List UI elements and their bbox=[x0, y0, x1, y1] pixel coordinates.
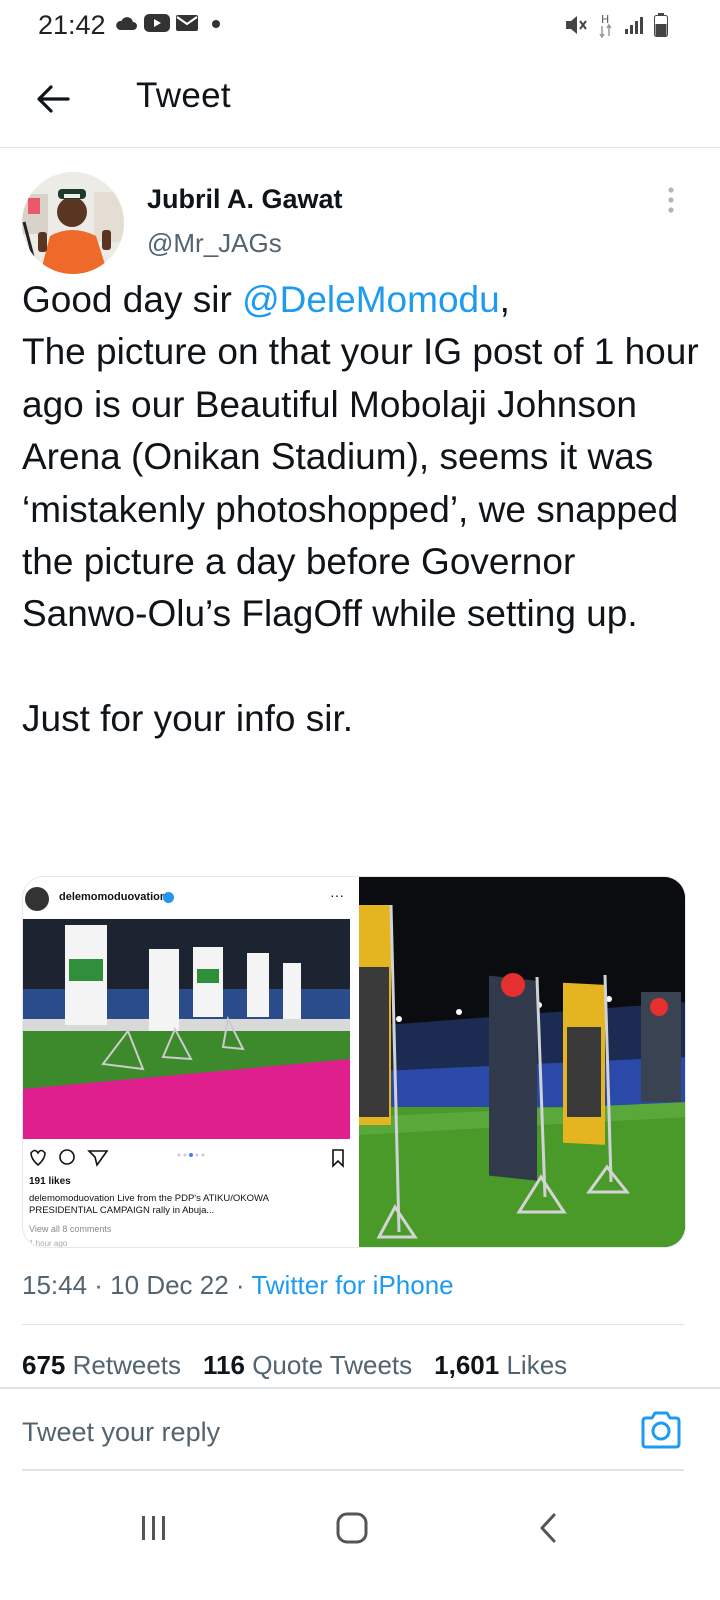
youtube-icon bbox=[144, 14, 170, 32]
quotes-count: 116 bbox=[203, 1350, 245, 1380]
more-options-button[interactable] bbox=[664, 186, 678, 216]
tweet-text-intro: Good day sir bbox=[22, 279, 243, 320]
recents-button[interactable] bbox=[124, 1504, 184, 1552]
author-name[interactable]: Jubril A. Gawat bbox=[147, 184, 343, 215]
system-navigation-bar bbox=[0, 1476, 720, 1600]
ig-header: delemomoduovation ··· bbox=[23, 877, 350, 919]
home-button[interactable] bbox=[322, 1504, 382, 1552]
retweets-count: 675 bbox=[22, 1350, 66, 1380]
signal-icon bbox=[625, 17, 643, 34]
ig-caption: delemomoduovation Live from the PDP's AT… bbox=[29, 1193, 269, 1216]
divider bbox=[22, 1324, 684, 1325]
home-icon bbox=[336, 1512, 368, 1544]
recents-icon bbox=[142, 1516, 165, 1540]
camera-button[interactable] bbox=[640, 1411, 682, 1449]
avatar[interactable] bbox=[22, 172, 124, 274]
reply-input[interactable]: Tweet your reply bbox=[22, 1417, 220, 1448]
ig-avatar bbox=[25, 887, 49, 911]
data-h-icon: H bbox=[599, 13, 612, 38]
tweet-text: Good day sir @DeleMomodu, The picture on… bbox=[22, 274, 700, 746]
status-bar: 21:42 H bbox=[0, 0, 720, 52]
camera-icon bbox=[641, 1411, 681, 1449]
mention-link[interactable]: @DeleMomodu bbox=[242, 279, 500, 320]
verified-badge-icon bbox=[163, 892, 174, 903]
ig-more-icon: ··· bbox=[330, 887, 344, 903]
mute-icon bbox=[566, 16, 587, 34]
back-button[interactable] bbox=[30, 76, 76, 122]
media-image-instagram-screenshot[interactable]: delemomoduovation ··· 191 likes delemomo… bbox=[23, 877, 350, 1248]
back-arrow-icon bbox=[37, 85, 70, 113]
author-handle[interactable]: @Mr_JAGs bbox=[147, 228, 282, 259]
system-icons: H bbox=[564, 12, 668, 38]
cloud-icon bbox=[116, 17, 137, 30]
source-link[interactable]: Twitter for iPhone bbox=[251, 1270, 453, 1300]
likes-stat[interactable]: 1,601 Likes bbox=[434, 1350, 567, 1381]
more-vertical-icon bbox=[668, 187, 674, 213]
page-title: Tweet bbox=[136, 76, 231, 115]
back-nav-button[interactable] bbox=[518, 1504, 578, 1552]
likes-label: Likes bbox=[506, 1350, 568, 1380]
back-nav-icon bbox=[540, 1513, 556, 1543]
tweet-timestamp: 15:44 · 10 Dec 22 · Twitter for iPhone bbox=[22, 1270, 454, 1301]
status-time: 21:42 bbox=[38, 10, 106, 40]
ig-time: 1 hour ago bbox=[29, 1239, 68, 1248]
engagement-stats: 675 Retweets 116 Quote Tweets 1,601 Like… bbox=[22, 1350, 589, 1381]
ig-action-row bbox=[30, 1149, 344, 1168]
quote-tweets-stat[interactable]: 116 Quote Tweets bbox=[203, 1350, 412, 1381]
ig-photo bbox=[23, 919, 350, 1139]
reply-bar: Tweet your reply bbox=[0, 1389, 720, 1471]
dot-icon bbox=[212, 20, 220, 28]
retweets-stat[interactable]: 675 Retweets bbox=[22, 1350, 181, 1381]
tweet-text-body: , The picture on that your IG post of 1 … bbox=[22, 279, 699, 740]
mail-icon bbox=[176, 15, 198, 31]
top-app-bar: Tweet bbox=[0, 52, 720, 148]
svg-text:H: H bbox=[601, 13, 609, 26]
battery-icon bbox=[654, 13, 668, 37]
reply-underline bbox=[22, 1469, 684, 1471]
quotes-label: Quote Tweets bbox=[252, 1350, 413, 1380]
timestamp-text: 15:44 · 10 Dec 22 · bbox=[22, 1270, 252, 1300]
ig-username: delemomoduovation bbox=[59, 891, 167, 903]
likes-count: 1,601 bbox=[434, 1350, 500, 1380]
media-image-stadium-photo[interactable] bbox=[359, 877, 685, 1247]
retweets-label: Retweets bbox=[72, 1350, 182, 1380]
tweet-media[interactable]: delemomoduovation ··· 191 likes delemomo… bbox=[22, 876, 686, 1248]
avatar-image bbox=[22, 172, 124, 274]
ig-comments: View all 8 comments bbox=[29, 1224, 112, 1234]
ig-likes: 191 likes bbox=[29, 1176, 71, 1187]
notification-icons bbox=[114, 14, 222, 32]
stadium-photo bbox=[359, 877, 685, 1247]
